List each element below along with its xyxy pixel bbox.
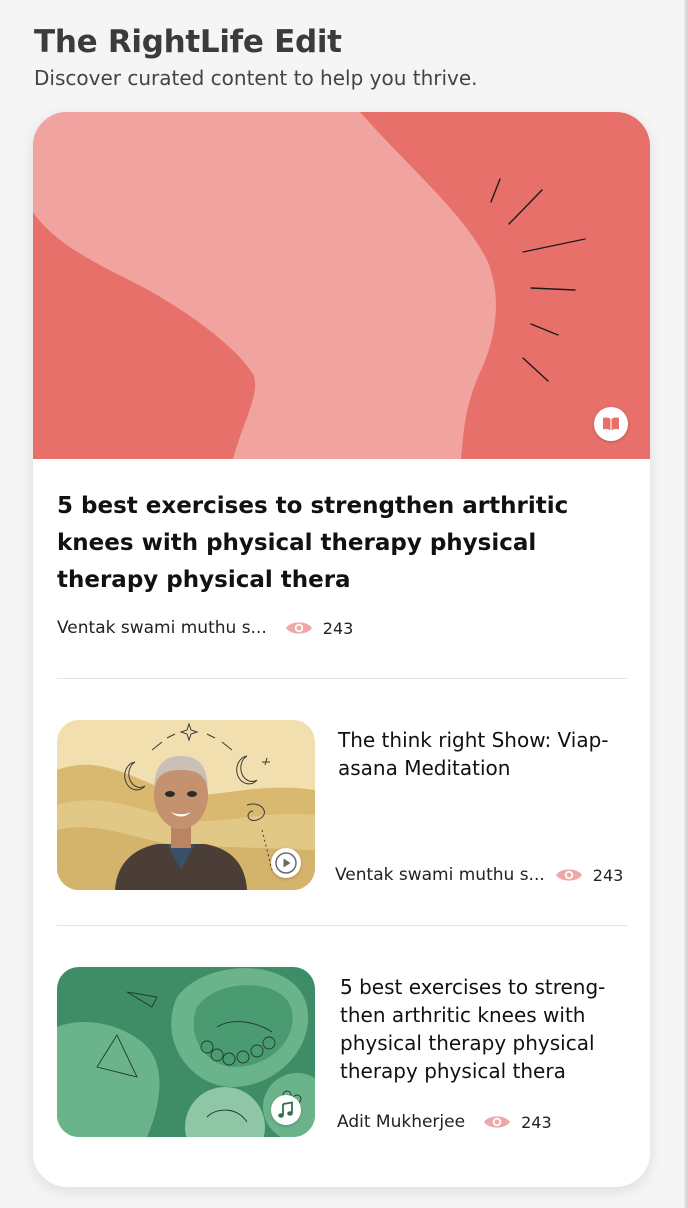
article-type-badge — [594, 407, 628, 441]
play-icon — [275, 852, 297, 874]
audio-type-badge — [271, 1095, 301, 1125]
author-name: Ventak swami muthu s... — [57, 618, 267, 638]
featured-article-meta: Ventak swami muthu s... 243 — [57, 618, 353, 638]
page-subtitle: Discover curated content to help you thr… — [34, 66, 478, 90]
list-item-thumbnail[interactable] — [57, 720, 315, 890]
book-icon — [602, 416, 620, 432]
divider — [57, 678, 627, 679]
page-title: The RightLife Edit — [34, 24, 342, 60]
featured-article-title[interactable]: 5 best exercises to strengthen arthritic… — [57, 488, 637, 599]
divider — [57, 925, 627, 926]
eye-icon — [483, 1113, 511, 1131]
music-note-icon — [277, 1101, 295, 1119]
featured-article-image[interactable] — [33, 112, 650, 459]
window-edge — [684, 0, 688, 1208]
list-item-title[interactable]: 5 best exercises to streng-then arthriti… — [340, 973, 632, 1085]
eye-icon — [285, 619, 313, 637]
view-count: 243 — [521, 1112, 552, 1132]
list-item-meta: Ventak swami muthu s... 243 — [335, 865, 623, 885]
author-name: Adit Mukherjee — [337, 1112, 466, 1132]
list-item-title[interactable]: The think right Show: Viap-asana Meditat… — [338, 726, 630, 782]
list-item-thumbnail[interactable] — [57, 967, 315, 1137]
knee-illustration — [33, 112, 650, 459]
content-card: 5 best exercises to strengthen arthritic… — [33, 112, 650, 1187]
author-name: Ventak swami muthu s... — [335, 865, 545, 885]
page-header: The RightLife Edit Discover curated cont… — [34, 22, 654, 92]
view-count: 243 — [592, 865, 624, 885]
eye-icon — [555, 866, 583, 884]
video-type-badge — [271, 848, 301, 878]
list-item-meta: Adit Mukherjee 243 — [337, 1112, 552, 1132]
view-count: 243 — [322, 618, 354, 638]
